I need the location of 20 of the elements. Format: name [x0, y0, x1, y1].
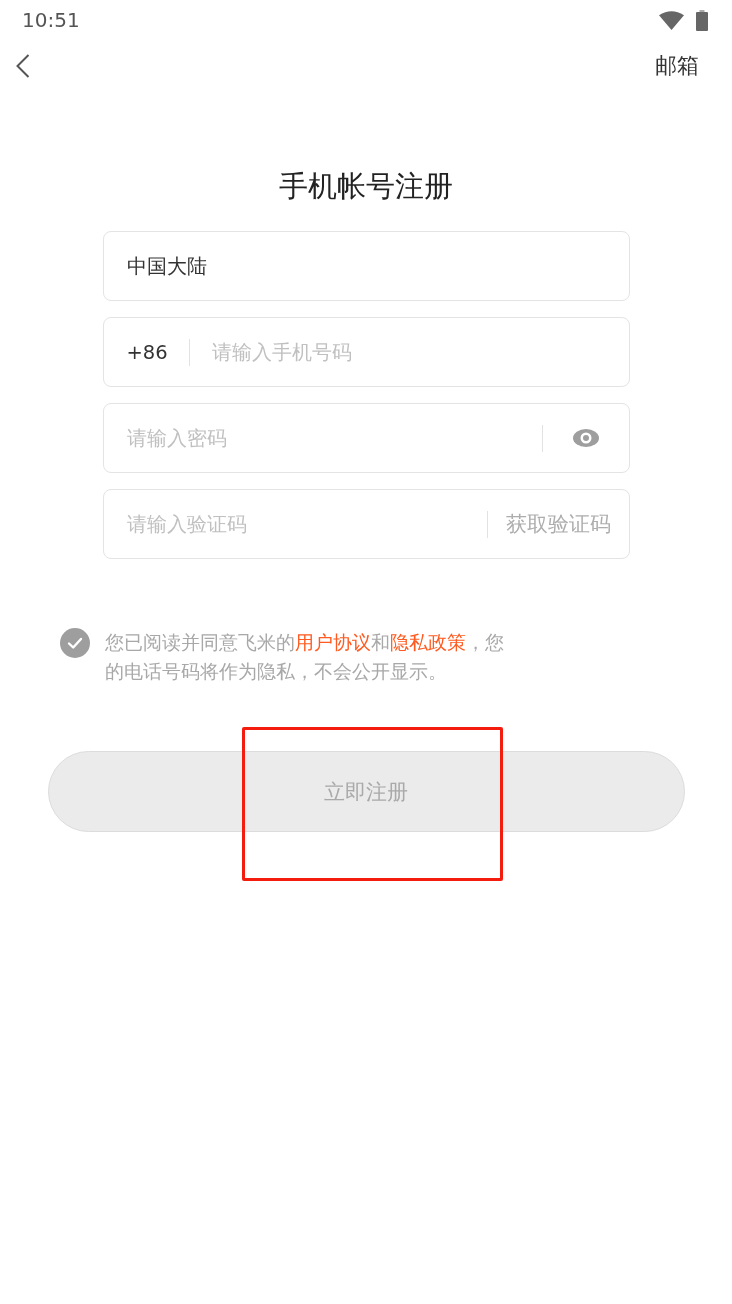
country-code[interactable]: +86 [126, 340, 189, 364]
agree-checkbox[interactable] [60, 628, 90, 658]
status-time: 10:51 [22, 8, 80, 32]
phone-input[interactable]: 请输入手机号码 [211, 318, 629, 386]
code-field[interactable]: 请输入验证码 获取验证码 [102, 489, 630, 559]
back-icon[interactable] [16, 54, 30, 78]
page-title: 手机帐号注册 [279, 168, 453, 205]
get-code-button[interactable]: 获取验证码 [505, 510, 611, 538]
phone-field[interactable]: +86 请输入手机号码 [102, 317, 630, 387]
agreement-link[interactable]: 用户协议 [295, 631, 371, 653]
email-link[interactable]: 邮箱 [655, 52, 699, 80]
agreement-text: 您已阅读并同意飞米的用户协议和隐私政策，您的电话号码将作为隐私，不会公开显示。 [105, 630, 505, 684]
password-input[interactable]: 请输入密码 [126, 404, 542, 472]
code-input[interactable]: 请输入验证码 [126, 490, 487, 558]
battery-icon [696, 9, 708, 31]
agreement-link[interactable]: 隐私政策 [390, 631, 466, 653]
region-select[interactable]: 中国大陆 [102, 231, 630, 301]
wifi-icon [659, 10, 684, 30]
password-field[interactable]: 请输入密码 [102, 403, 630, 473]
eye-icon[interactable] [572, 429, 599, 447]
